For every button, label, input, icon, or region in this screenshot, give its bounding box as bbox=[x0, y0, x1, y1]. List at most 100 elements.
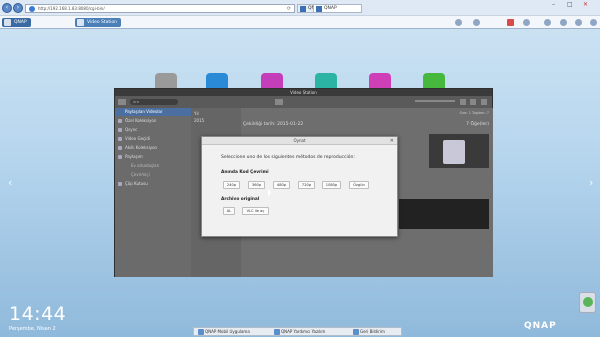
date-heading[interactable]: Çekildiği tarih: 2015-01-22 bbox=[243, 122, 303, 127]
task-label: Geri Bildirim bbox=[360, 329, 385, 334]
qnap-favicon-icon bbox=[300, 6, 306, 12]
smart-collection-icon bbox=[118, 146, 122, 150]
mobile-app-icon bbox=[198, 329, 204, 335]
utility-icon bbox=[274, 329, 280, 335]
utility-link[interactable]: QNAP Yardımcı Yazılım bbox=[272, 328, 325, 336]
settings-icon[interactable] bbox=[470, 99, 476, 105]
sidebar-item-label: Qsync bbox=[125, 127, 138, 132]
address-text: http://192.168.1.83:8080/cgi-bin/ bbox=[38, 6, 105, 11]
original-section-title: Archivo original bbox=[221, 197, 260, 202]
close-icon[interactable]: ✕ bbox=[583, 1, 588, 8]
notification-icon[interactable] bbox=[507, 19, 514, 26]
more-icon[interactable] bbox=[544, 19, 551, 26]
sidebar-header[interactable]: Paylaşılan Videolar bbox=[115, 108, 191, 116]
sidebar: Paylaşılan Videolar Özel Koleksiyon Qsyn… bbox=[115, 108, 191, 277]
desktop-clock: 14:44 bbox=[9, 303, 67, 325]
video-thumbnail[interactable] bbox=[399, 199, 489, 229]
qnap-tab-video-station[interactable]: Video Station bbox=[75, 18, 122, 27]
sidebar-item-qsync[interactable]: Qsync bbox=[115, 125, 191, 134]
user-icon[interactable] bbox=[523, 19, 530, 26]
open-with-vlc-button[interactable]: VLC ile aç bbox=[242, 207, 269, 215]
cloud-icon[interactable] bbox=[455, 19, 462, 26]
sidebar-item-label: Özel Koleksiyon bbox=[125, 118, 157, 123]
folder-icon bbox=[118, 119, 122, 123]
feedback-link[interactable]: Geri Bildirim bbox=[351, 328, 385, 336]
task-label: QNAP Yardımcı Yazılım bbox=[281, 329, 326, 334]
item-count: 7 Öğe(ler) bbox=[466, 122, 489, 127]
address-bar[interactable]: http://192.168.1.83:8080/cgi-bin/ ⟳ bbox=[25, 4, 295, 13]
bottom-taskbar: QNAP Mobil Uygulama QNAP Yardımcı Yazılı… bbox=[193, 327, 402, 336]
window-title: Video Station bbox=[115, 89, 492, 96]
resolution-480p-button[interactable]: 480p bbox=[273, 181, 290, 189]
menu-icon bbox=[4, 19, 11, 26]
sync-icon[interactable] bbox=[473, 19, 480, 26]
timeline-year[interactable]: 2015 bbox=[194, 118, 238, 123]
qnap-taskbar: QNAP Video Station bbox=[0, 15, 600, 28]
video-icon bbox=[118, 137, 122, 141]
sidebar-item-smart-collection[interactable]: Akıllı Koleksiyon bbox=[115, 143, 191, 152]
sidebar-item-label: Çöp Kutusu bbox=[125, 181, 148, 186]
task-label: QNAP Mobil Uygulama bbox=[205, 329, 250, 334]
dialog-prompt: Seleccione uno de los siguientes métodos… bbox=[221, 155, 355, 160]
transcode-section-title: Anında Kod Çevrimi bbox=[221, 170, 269, 175]
search-input[interactable]: Ara bbox=[130, 99, 178, 105]
qsync-icon bbox=[118, 128, 122, 132]
resolution-240p-button[interactable]: 240p bbox=[223, 181, 240, 189]
sidebar-item-video-gateway[interactable]: Video Geçidi bbox=[115, 134, 191, 143]
refresh-icon[interactable]: ⟳ bbox=[287, 5, 291, 13]
sidebar-item-label: Video Geçidi bbox=[125, 136, 150, 141]
mouse-cursor-icon bbox=[268, 189, 271, 197]
next-page-icon[interactable]: › bbox=[589, 176, 593, 189]
resolution-1080p-button[interactable]: 1080p bbox=[322, 181, 341, 189]
timeline-label: Yıl bbox=[194, 111, 199, 116]
status-gauge-icon bbox=[583, 297, 593, 307]
dialog-title: Oynat bbox=[202, 137, 397, 145]
qnap-home-tab[interactable]: QNAP bbox=[2, 18, 31, 27]
qnap-logo: QNAP bbox=[524, 321, 557, 331]
qnap-favicon-icon bbox=[316, 6, 322, 12]
browser-tab-label: QNAP bbox=[324, 6, 337, 11]
resolution-720p-button[interactable]: 720p bbox=[298, 181, 315, 189]
video-station-icon bbox=[77, 19, 84, 26]
video-thumbnail[interactable] bbox=[429, 134, 489, 168]
close-icon[interactable]: ✕ bbox=[390, 138, 394, 144]
window-toolbar: Ara bbox=[115, 96, 492, 108]
forward-button[interactable]: › bbox=[13, 3, 23, 13]
settings-icon[interactable] bbox=[560, 19, 567, 26]
mobile-app-link[interactable]: QNAP Mobil Uygulama bbox=[196, 328, 250, 336]
back-button[interactable]: ‹ bbox=[2, 3, 12, 13]
collapse-icon[interactable] bbox=[118, 99, 126, 105]
sidebar-item-label: Paylaşım bbox=[125, 154, 143, 159]
list-view-icon[interactable] bbox=[275, 99, 283, 105]
site-icon bbox=[29, 6, 35, 12]
sidebar-item-sharing[interactable]: Paylaşım bbox=[115, 152, 191, 161]
sidebar-item-private[interactable]: Özel Koleksiyon bbox=[115, 116, 191, 125]
trash-icon bbox=[118, 182, 122, 186]
feedback-icon bbox=[353, 329, 359, 335]
zoom-slider[interactable] bbox=[415, 100, 455, 102]
minimize-icon[interactable]: – bbox=[552, 1, 555, 8]
sidebar-item-trash[interactable]: Çöp Kutusu bbox=[115, 179, 191, 188]
browser-tab-2[interactable]: QNAP bbox=[313, 4, 362, 13]
sidebar-subitem-online[interactable]: Çevrimiçi bbox=[115, 170, 191, 179]
system-status-widget[interactable] bbox=[579, 292, 596, 313]
play-dialog: Oynat ✕ Seleccione uno de los siguientes… bbox=[201, 136, 398, 237]
sidebar-subitem-friends[interactable]: Ev arkadaşları bbox=[115, 161, 191, 170]
desktop-date: Perşembe, Nisan 2 bbox=[9, 326, 56, 332]
prev-page-icon[interactable]: ‹ bbox=[8, 176, 12, 189]
thumbnail-figure bbox=[443, 140, 465, 164]
refresh-icon[interactable] bbox=[460, 99, 466, 105]
qnap-tab-label: Video Station bbox=[87, 20, 118, 25]
download-original-button[interactable]: AL bbox=[223, 207, 235, 215]
info-icon[interactable] bbox=[575, 19, 582, 26]
qnap-home-label: QNAP bbox=[14, 20, 27, 25]
browser-chrome: ‹ › http://192.168.1.83:8080/cgi-bin/ ⟳ … bbox=[0, 0, 600, 29]
sort-info: Sıra: 1 Toplam: 7 bbox=[459, 111, 489, 115]
resolution-original-button[interactable]: Özgün bbox=[349, 181, 369, 189]
help-icon[interactable] bbox=[481, 99, 487, 105]
maximize-icon[interactable]: □ bbox=[567, 1, 573, 8]
resolution-360p-button[interactable]: 360p bbox=[248, 181, 265, 189]
share-icon bbox=[118, 155, 122, 159]
sidebar-item-label: Akıllı Koleksiyon bbox=[125, 145, 158, 150]
dashboard-icon[interactable] bbox=[590, 19, 597, 26]
